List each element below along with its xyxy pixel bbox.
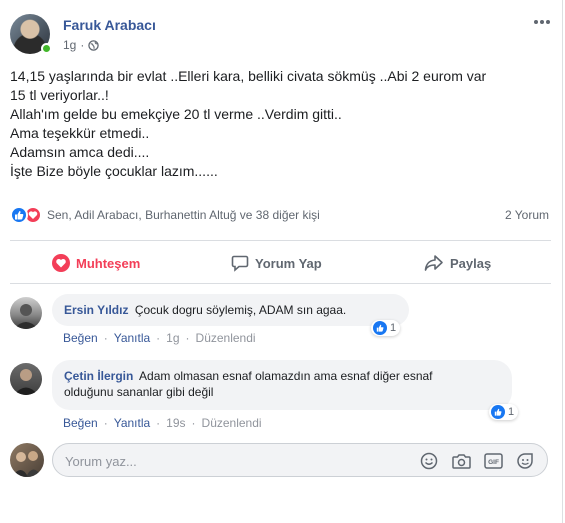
- post-line: Adamsın amca dedi....: [10, 144, 150, 160]
- globe-icon[interactable]: [88, 39, 100, 51]
- post-text: 14,15 yaşlarında bir evlat ..Elleri kara…: [10, 67, 540, 181]
- comment-like-link[interactable]: Beğen: [63, 416, 98, 430]
- comment-composer[interactable]: GIF: [52, 443, 548, 477]
- comment-actions: Beğen · Yanıtla · 19s · Düzenlendi: [63, 416, 262, 430]
- post-card: Faruk Arabacı 1g · 14,15 yaşlarında bir …: [0, 0, 565, 523]
- separator: ·: [103, 416, 108, 430]
- separator: ·: [156, 331, 161, 345]
- comment-reaction-count: 1: [390, 322, 397, 334]
- card-border: [562, 0, 563, 523]
- like-icon: [491, 405, 505, 419]
- gif-icon[interactable]: GIF: [483, 451, 503, 471]
- camera-icon[interactable]: [451, 451, 471, 471]
- separator: ·: [185, 331, 190, 345]
- share-button[interactable]: Paylaş: [424, 253, 491, 273]
- comment-text-continued: olduğunu sananlar gibi değil: [64, 385, 214, 399]
- comment-text: Çocuk dogru söylemiş, ADAM sın agaa.: [134, 303, 347, 317]
- more-options-icon[interactable]: [533, 14, 553, 28]
- svg-text:GIF: GIF: [488, 459, 499, 466]
- comment-reaction-badge[interactable]: 1: [371, 320, 401, 336]
- like-reaction-icon: [10, 206, 28, 224]
- reactions-summary[interactable]: Sen, Adil Arabacı, Burhanettin Altuğ ve …: [10, 206, 320, 224]
- post-time[interactable]: 1g: [63, 38, 76, 52]
- divider: [10, 240, 551, 241]
- comment-reply-link[interactable]: Yanıtla: [114, 331, 150, 345]
- comment-icon: [231, 255, 249, 272]
- comment-actions: Beğen · Yanıtla · 1g · Düzenlendi: [63, 331, 256, 345]
- comment-reaction-count: 1: [508, 406, 515, 418]
- comment-time[interactable]: 19s: [166, 416, 185, 430]
- post-line: Ama teşekkür etmedi..: [10, 125, 150, 141]
- post-meta: 1g ·: [63, 38, 100, 52]
- comment-bubble: Çetin İlergin Adam olmasan esnaf olamazd…: [52, 360, 512, 410]
- like-icon: [373, 321, 387, 335]
- comment-time[interactable]: 1g: [166, 331, 179, 345]
- reactors-text[interactable]: Sen, Adil Arabacı, Burhanettin Altuğ ve …: [47, 208, 320, 222]
- meta-separator: ·: [80, 38, 85, 52]
- comment-bubble: Ersin Yıldız Çocuk dogru söylemiş, ADAM …: [52, 294, 409, 326]
- comment-reaction-badge[interactable]: 1: [489, 404, 519, 420]
- post-line: 15 tl veriyorlar..!: [10, 87, 109, 103]
- post-line: Allah'ım gelde bu emekçiye 20 tl verme .…: [10, 106, 342, 122]
- sticker-icon[interactable]: [515, 451, 535, 471]
- love-icon: [52, 254, 70, 272]
- author-name[interactable]: Faruk Arabacı: [63, 17, 156, 33]
- comment-button-label: Yorum Yap: [255, 255, 322, 271]
- commenter-name[interactable]: Çetin İlergin: [64, 369, 133, 383]
- share-button-label: Paylaş: [450, 255, 492, 271]
- separator: ·: [103, 331, 108, 345]
- comment-edited-label[interactable]: Düzenlendi: [196, 331, 256, 345]
- separator: ·: [191, 416, 196, 430]
- post-line: 14,15 yaşlarında bir evlat ..Elleri kara…: [10, 68, 487, 84]
- divider: [10, 283, 551, 284]
- separator: ·: [156, 416, 161, 430]
- commenter-avatar[interactable]: [10, 297, 42, 329]
- post-line: İşte Bize böyle çocuklar lazım......: [10, 163, 218, 179]
- comment-edited-label[interactable]: Düzenlendi: [202, 416, 262, 430]
- composer-tools: GIF: [419, 451, 535, 471]
- comment-like-link[interactable]: Beğen: [63, 331, 98, 345]
- commenter-avatar[interactable]: [10, 363, 42, 395]
- commenter-name[interactable]: Ersin Yıldız: [64, 303, 128, 317]
- comment-line: Çetin İlergin Adam olmasan esnaf olamazd…: [64, 368, 500, 384]
- comment-button[interactable]: Yorum Yap: [231, 253, 322, 273]
- love-react-button[interactable]: Muhteşem: [52, 253, 140, 273]
- current-user-avatar[interactable]: [10, 443, 44, 477]
- comment-text: Adam olmasan esnaf olamazdın ama esnaf d…: [139, 369, 433, 383]
- comment-input[interactable]: [65, 452, 395, 470]
- emoji-icon[interactable]: [419, 451, 439, 471]
- online-status-dot: [41, 43, 52, 54]
- comment-reply-link[interactable]: Yanıtla: [114, 416, 150, 430]
- love-react-label: Muhteşem: [76, 255, 141, 271]
- comment-count[interactable]: 2 Yorum: [505, 208, 549, 222]
- share-icon: [424, 255, 443, 271]
